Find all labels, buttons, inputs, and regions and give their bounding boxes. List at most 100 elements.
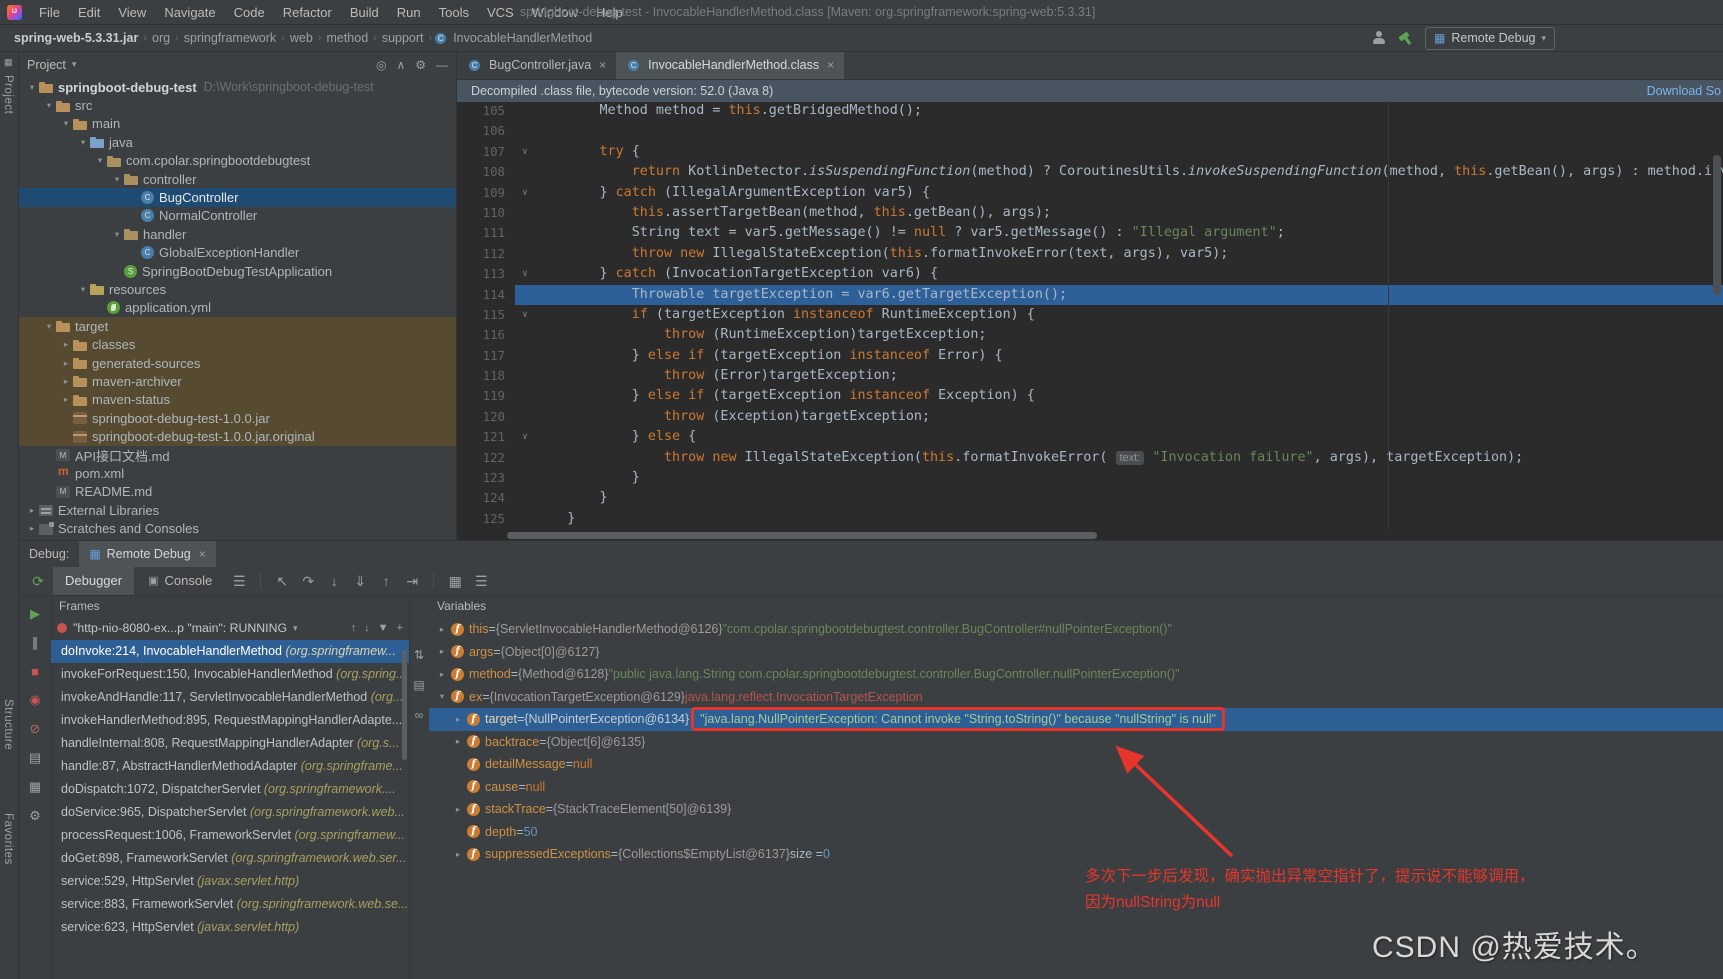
code-line[interactable]: 112 throw new IllegalStateException(this… [457, 244, 1723, 264]
run-to-cursor-icon[interactable]: ⇥ [399, 573, 425, 590]
variable-row[interactable]: ▾fex = {InvocationTargetException@6129} … [429, 686, 1723, 709]
code-line[interactable]: 123 } [457, 468, 1723, 488]
chevron-down-icon[interactable]: ▾ [72, 59, 77, 70]
code-line[interactable]: 118 throw (Error)targetException; [457, 366, 1723, 386]
tree-row[interactable]: ▾main [19, 115, 456, 133]
code-line[interactable]: 125 } [457, 509, 1723, 529]
code-line[interactable]: 111 String text = var5.getMessage() != n… [457, 223, 1723, 243]
frame-row[interactable]: service:529, HttpServlet (javax.servlet.… [51, 870, 409, 893]
tree-row[interactable]: NormalController [19, 207, 456, 225]
chevron-down-icon[interactable]: ▾ [110, 229, 124, 240]
menu-view[interactable]: View [109, 5, 155, 20]
frame-row[interactable]: handle:87, AbstractHandlerMethodAdapter … [51, 755, 409, 778]
code-line[interactable]: 122 throw new IllegalStateException(this… [457, 448, 1723, 468]
line-number[interactable]: 109 [457, 183, 515, 203]
chevron-right-icon[interactable]: ▸ [435, 624, 449, 635]
editor-tab[interactable]: BugController.java× [457, 51, 616, 79]
code-line[interactable]: 106 [457, 121, 1723, 141]
breadcrumb-item[interactable]: spring-web-5.3.31.jar [10, 31, 142, 45]
tree-row[interactable]: SpringBootDebugTestApplication [19, 262, 456, 280]
variable-row[interactable]: ▸fstackTrace = {StackTraceElement[50]@61… [429, 798, 1723, 821]
breadcrumb-item[interactable]: org [148, 31, 174, 45]
step-out-icon[interactable]: ↑ [373, 573, 399, 590]
chevron-right-icon[interactable]: ▸ [451, 736, 465, 747]
build-hammer-icon[interactable] [1398, 31, 1413, 45]
code-line[interactable]: 120 throw (Exception)targetException; [457, 407, 1723, 427]
layout-settings-icon[interactable]: ☰ [468, 573, 494, 590]
tree-row[interactable]: ▾target [19, 317, 456, 335]
tree-row[interactable]: ▾springboot-debug-testD:\Work\springboot… [19, 78, 456, 96]
line-number[interactable]: 123 [457, 468, 515, 488]
collapse-all-icon[interactable]: ∧ [396, 58, 405, 72]
variable-row[interactable]: fdetailMessage = null [429, 753, 1723, 776]
debugger-settings-icon[interactable]: ⚙ [29, 808, 41, 824]
frame-row[interactable]: service:883, FrameworkServlet (org.sprin… [51, 893, 409, 916]
fold-icon[interactable]: ∨ [515, 264, 535, 284]
tree-row[interactable]: ▸maven-status [19, 391, 456, 409]
chevron-down-icon[interactable]: ▾ [25, 82, 39, 93]
tab-console[interactable]: ▣ Console [136, 567, 224, 595]
breadcrumb-item[interactable]: method [322, 31, 372, 45]
frame-row[interactable]: invokeHandlerMethod:895, RequestMappingH… [51, 709, 409, 732]
frame-next-icon[interactable]: ↓ [364, 622, 370, 634]
variable-row[interactable]: ▸fbacktrace = {Object[6]@6135} [429, 731, 1723, 754]
frame-row[interactable]: invokeAndHandle:117, ServletInvocableHan… [51, 686, 409, 709]
chevron-right-icon[interactable]: ▸ [25, 523, 39, 534]
chevron-right-icon[interactable]: ▸ [451, 714, 465, 725]
menu-file[interactable]: File [30, 5, 69, 20]
view-breakpoints-icon[interactable]: ◉ [29, 692, 40, 708]
tree-row[interactable]: ▾java [19, 133, 456, 151]
code-editor[interactable]: 105 Method method = this.getBridgedMetho… [457, 101, 1723, 530]
line-number[interactable]: 112 [457, 244, 515, 264]
tree-row[interactable]: ▸classes [19, 335, 456, 353]
chevron-right-icon[interactable]: ▸ [25, 505, 39, 516]
tab-debugger[interactable]: Debugger [53, 567, 134, 595]
menu-run[interactable]: Run [388, 5, 430, 20]
tree-row[interactable]: ▸maven-archiver [19, 372, 456, 390]
line-number[interactable]: 125 [457, 509, 515, 529]
step-over-icon[interactable]: ↷ [295, 573, 321, 590]
frames-view-icon[interactable]: ▤ [413, 678, 424, 692]
variable-row[interactable]: ▸fmethod = {Method@6128} "public java.la… [429, 663, 1723, 686]
tree-row[interactable]: README.md [19, 483, 456, 501]
line-number[interactable]: 110 [457, 203, 515, 223]
line-number[interactable]: 116 [457, 325, 515, 345]
line-number[interactable]: 106 [457, 121, 515, 141]
frame-row[interactable]: service:623, HttpServlet (javax.servlet.… [51, 916, 409, 939]
line-number[interactable]: 111 [457, 223, 515, 243]
breadcrumb-item[interactable]: support [378, 31, 428, 45]
show-execution-point-icon[interactable]: ↖ [269, 573, 295, 590]
fold-icon[interactable]: ∨ [515, 142, 535, 162]
chevron-down-icon[interactable]: ▾ [42, 100, 56, 111]
variable-row[interactable]: ▸fsuppressedExceptions = {Collections$Em… [429, 843, 1723, 866]
frame-row[interactable]: invokeForRequest:150, InvocableHandlerMe… [51, 663, 409, 686]
line-number[interactable]: 113 [457, 264, 515, 284]
line-number[interactable]: 122 [457, 448, 515, 468]
code-line[interactable]: 124 } [457, 488, 1723, 508]
menu-navigate[interactable]: Navigate [155, 5, 224, 20]
download-sources-link[interactable]: Download So [1647, 84, 1721, 98]
chevron-down-icon[interactable]: ▾ [76, 137, 90, 148]
tree-row[interactable]: API接口文档.md [19, 446, 456, 464]
tree-row[interactable]: ▾src [19, 96, 456, 114]
line-number[interactable]: 105 [457, 101, 515, 121]
fold-icon[interactable]: ∨ [515, 305, 535, 325]
code-line[interactable]: 107∨ try { [457, 142, 1723, 162]
thread-selector[interactable]: "http-nio-8080-ex...p "main": RUNNING ▾ … [51, 616, 409, 640]
code-line[interactable]: 108 return KotlinDetector.isSuspendingFu… [457, 162, 1723, 182]
pause-icon[interactable]: ∥ [32, 635, 39, 651]
menu-refactor[interactable]: Refactor [274, 5, 341, 20]
step-into-icon[interactable]: ↓ [321, 573, 347, 590]
tool-button-structure[interactable]: Structure [2, 699, 14, 750]
line-number[interactable]: 114 [457, 285, 515, 305]
options-menu-icon[interactable]: ☰ [226, 573, 252, 590]
evaluate-infinity-icon[interactable]: ∞ [415, 708, 424, 722]
menu-vcs[interactable]: VCS [478, 5, 523, 20]
fold-icon[interactable]: ∨ [515, 183, 535, 203]
chevron-down-icon[interactable]: ▾ [93, 155, 107, 166]
tree-row[interactable]: pom.xml [19, 464, 456, 482]
tree-row[interactable]: ▾handler [19, 225, 456, 243]
variable-row[interactable]: fdepth = 50 [429, 821, 1723, 844]
project-panel-title[interactable]: Project [27, 58, 66, 72]
frame-row[interactable]: processRequest:1006, FrameworkServlet (o… [51, 824, 409, 847]
